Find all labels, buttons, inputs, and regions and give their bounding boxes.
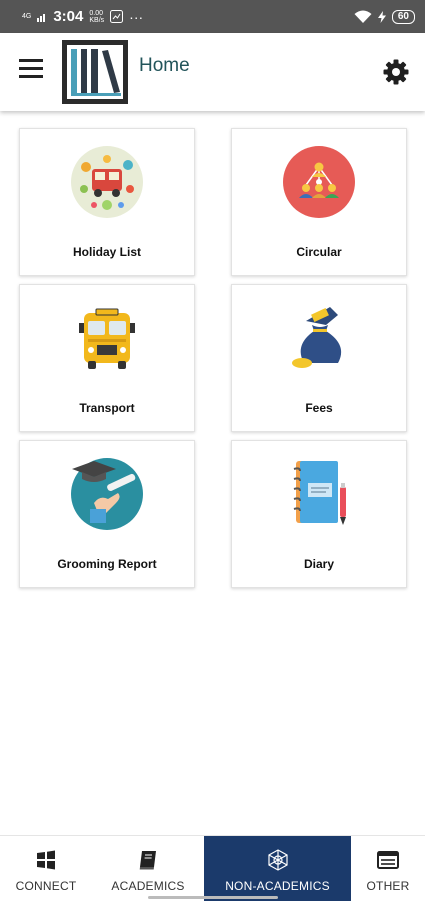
signal-icon [37, 13, 46, 22]
money-bag-icon [282, 301, 356, 375]
gallery-notification-icon [110, 10, 124, 23]
nav-label: CONNECT [15, 879, 77, 893]
app-bar: Home [0, 33, 425, 111]
book-icon [139, 851, 156, 870]
card-diary[interactable]: Diary [231, 440, 407, 588]
gear-icon[interactable] [382, 58, 410, 86]
speed-unit: KB/s [89, 16, 105, 24]
more-notifications: ··· [129, 8, 144, 25]
holiday-icon [70, 145, 144, 219]
card-circular[interactable]: Circular [231, 128, 407, 276]
card-transport[interactable]: Transport [19, 284, 195, 432]
network-icon [267, 849, 288, 871]
network-type: 4G [22, 13, 32, 20]
charging-icon [377, 10, 386, 23]
card-label: Grooming Report [57, 557, 157, 571]
speed-value: 0.00 [89, 9, 103, 17]
nav-academics[interactable]: ACADEMICS [92, 836, 204, 901]
list-window-icon [377, 851, 399, 869]
card-label: Holiday List [72, 245, 141, 259]
status-time: 3:04 [53, 8, 84, 25]
notebook-icon [282, 457, 356, 531]
card-fees[interactable]: Fees [231, 284, 407, 432]
nav-other[interactable]: OTHER [351, 836, 425, 901]
bottom-navigation: CONNECT ACADEMICS NON-ACADEMICS OTHER [0, 835, 425, 901]
nav-label: NON-ACADEMICS [225, 879, 330, 893]
hamburger-menu-icon[interactable] [19, 57, 45, 81]
graduation-cap-icon [70, 457, 144, 531]
app-logo [62, 40, 128, 104]
nav-label: ACADEMICS [111, 879, 185, 893]
card-label: Fees [305, 401, 333, 415]
windows-grid-icon [37, 850, 55, 870]
card-grooming-report[interactable]: Grooming Report [19, 440, 195, 588]
home-indicator [148, 896, 278, 899]
network-speed: 0.00 KB/s [89, 10, 104, 24]
page-title: Home [139, 55, 190, 76]
bus-icon [70, 301, 144, 375]
battery-level: 60 [391, 9, 415, 24]
wifi-icon [354, 10, 372, 23]
status-bar: 4G 3:04 0.00 KB/s ··· 60 [0, 0, 425, 33]
nav-connect[interactable]: CONNECT [0, 836, 92, 901]
nav-non-academics[interactable]: NON-ACADEMICS [204, 836, 351, 901]
card-label: Diary [303, 557, 335, 571]
circular-icon [282, 145, 356, 219]
card-label: Circular [296, 245, 342, 259]
card-label: Transport [79, 401, 135, 415]
nav-label: OTHER [366, 879, 410, 893]
card-holiday-list[interactable]: Holiday List [19, 128, 195, 276]
